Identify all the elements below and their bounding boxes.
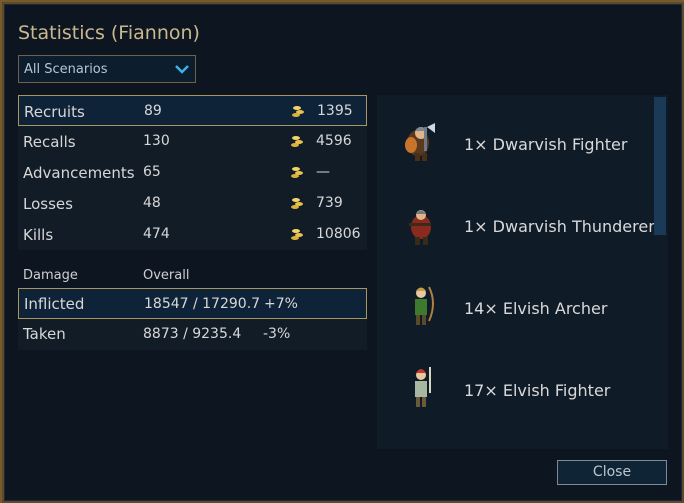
scenario-dropdown-label: All Scenarios [24, 62, 108, 77]
damage-label: Taken [23, 325, 66, 343]
gold-coins-icon [291, 198, 303, 209]
damage-value: 18547 / 17290.7 [144, 296, 261, 312]
damage-value: 8873 / 9235.4 [143, 326, 242, 342]
unit-name: 17× Elvish Fighter [464, 381, 611, 400]
stat-count: 48 [143, 195, 161, 211]
stats-table: Recruits 89 1395 Recalls 130 4596 Advanc… [18, 95, 367, 250]
gold-coins-icon [291, 136, 303, 147]
unit-name: 14× Elvish Archer [464, 299, 608, 318]
dwarvish-fighter-sprite [405, 123, 435, 161]
stats-row-recruits[interactable]: Recruits 89 1395 [18, 95, 367, 126]
stat-label: Advancements [23, 164, 135, 182]
stat-label: Recruits [24, 103, 85, 121]
damage-row-taken[interactable]: Taken 8873 / 9235.4 -3% [18, 319, 367, 350]
damage-label: Inflicted [24, 295, 85, 313]
dwarvish-thunderer-sprite [409, 210, 431, 245]
units-scrollbar[interactable] [654, 97, 666, 447]
elvish-fighter-sprite [415, 367, 431, 407]
unit-name: 1× Dwarvish Fighter [464, 135, 628, 154]
stats-row-losses[interactable]: Losses 48 739 [18, 188, 367, 219]
stat-label: Losses [23, 195, 73, 213]
stat-gold: 4596 [316, 133, 352, 149]
chevron-down-icon [175, 65, 189, 74]
damage-row-inflicted[interactable]: Inflicted 18547 / 17290.7 +7% [18, 288, 367, 319]
gold-coins-icon [292, 106, 304, 117]
stat-count: 65 [143, 164, 161, 180]
stat-gold: — [316, 164, 330, 180]
stat-label: Kills [23, 226, 54, 244]
stat-label: Recalls [23, 133, 76, 151]
stat-gold: 739 [316, 195, 343, 211]
gold-coins-icon [291, 229, 303, 240]
unit-list-item[interactable] [377, 431, 657, 449]
damage-header-label: Damage [23, 268, 78, 283]
statistics-dialog: Statistics (Fiannon) All Scenarios Recru… [2, 2, 684, 503]
stats-row-advancements[interactable]: Advancements 65 — [18, 157, 367, 188]
unit-list-item[interactable]: 17× Elvish Fighter [377, 349, 657, 419]
damage-header-scope: Overall [143, 268, 190, 283]
close-button[interactable]: Close [557, 460, 667, 485]
stat-gold: 10806 [316, 226, 361, 242]
units-list[interactable]: 1× Dwarvish Fighter 1× Dwarvish Thundere… [377, 95, 668, 449]
damage-percent: +7% [264, 296, 298, 312]
partial-unit-sprite [397, 445, 445, 449]
stat-count: 89 [144, 103, 162, 119]
damage-table: Inflicted 18547 / 17290.7 +7% Taken 8873… [18, 288, 367, 350]
unit-list-item[interactable]: 1× Dwarvish Thunderer [377, 185, 657, 255]
unit-list-item[interactable]: 14× Elvish Archer [377, 267, 657, 337]
unit-name: 1× Dwarvish Thunderer [464, 217, 655, 236]
stat-gold: 1395 [317, 103, 353, 119]
dialog-title: Statistics (Fiannon) [18, 22, 200, 44]
stats-row-recalls[interactable]: Recalls 130 4596 [18, 126, 367, 157]
elvish-archer-sprite [415, 286, 434, 325]
stats-row-kills[interactable]: Kills 474 10806 [18, 219, 367, 250]
scenario-dropdown[interactable]: All Scenarios [18, 55, 196, 83]
stat-count: 130 [143, 133, 170, 149]
damage-percent: -3% [263, 326, 291, 342]
unit-list-item[interactable]: 1× Dwarvish Fighter [377, 103, 657, 173]
gold-coins-icon [291, 167, 303, 178]
stat-count: 474 [143, 226, 170, 242]
scrollbar-thumb[interactable] [654, 97, 666, 235]
